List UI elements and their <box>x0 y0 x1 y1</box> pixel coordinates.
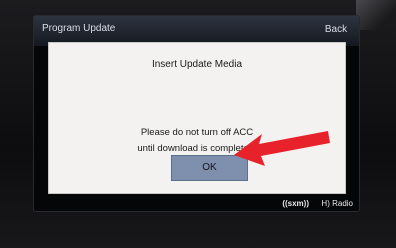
brand-row: ((sxm)) H) Radio <box>34 196 359 208</box>
bezel-trim <box>356 0 396 30</box>
back-button[interactable]: Back <box>321 21 351 39</box>
sxm-logo: ((sxm)) <box>282 199 309 208</box>
head-unit-screen: Program Update Back Insert Update Media … <box>34 16 359 211</box>
page-title: Program Update <box>42 23 116 34</box>
hd-radio-logo: H) Radio <box>321 199 353 208</box>
red-arrow-icon <box>234 131 330 166</box>
dialog-title: Insert Update Media <box>151 59 243 70</box>
